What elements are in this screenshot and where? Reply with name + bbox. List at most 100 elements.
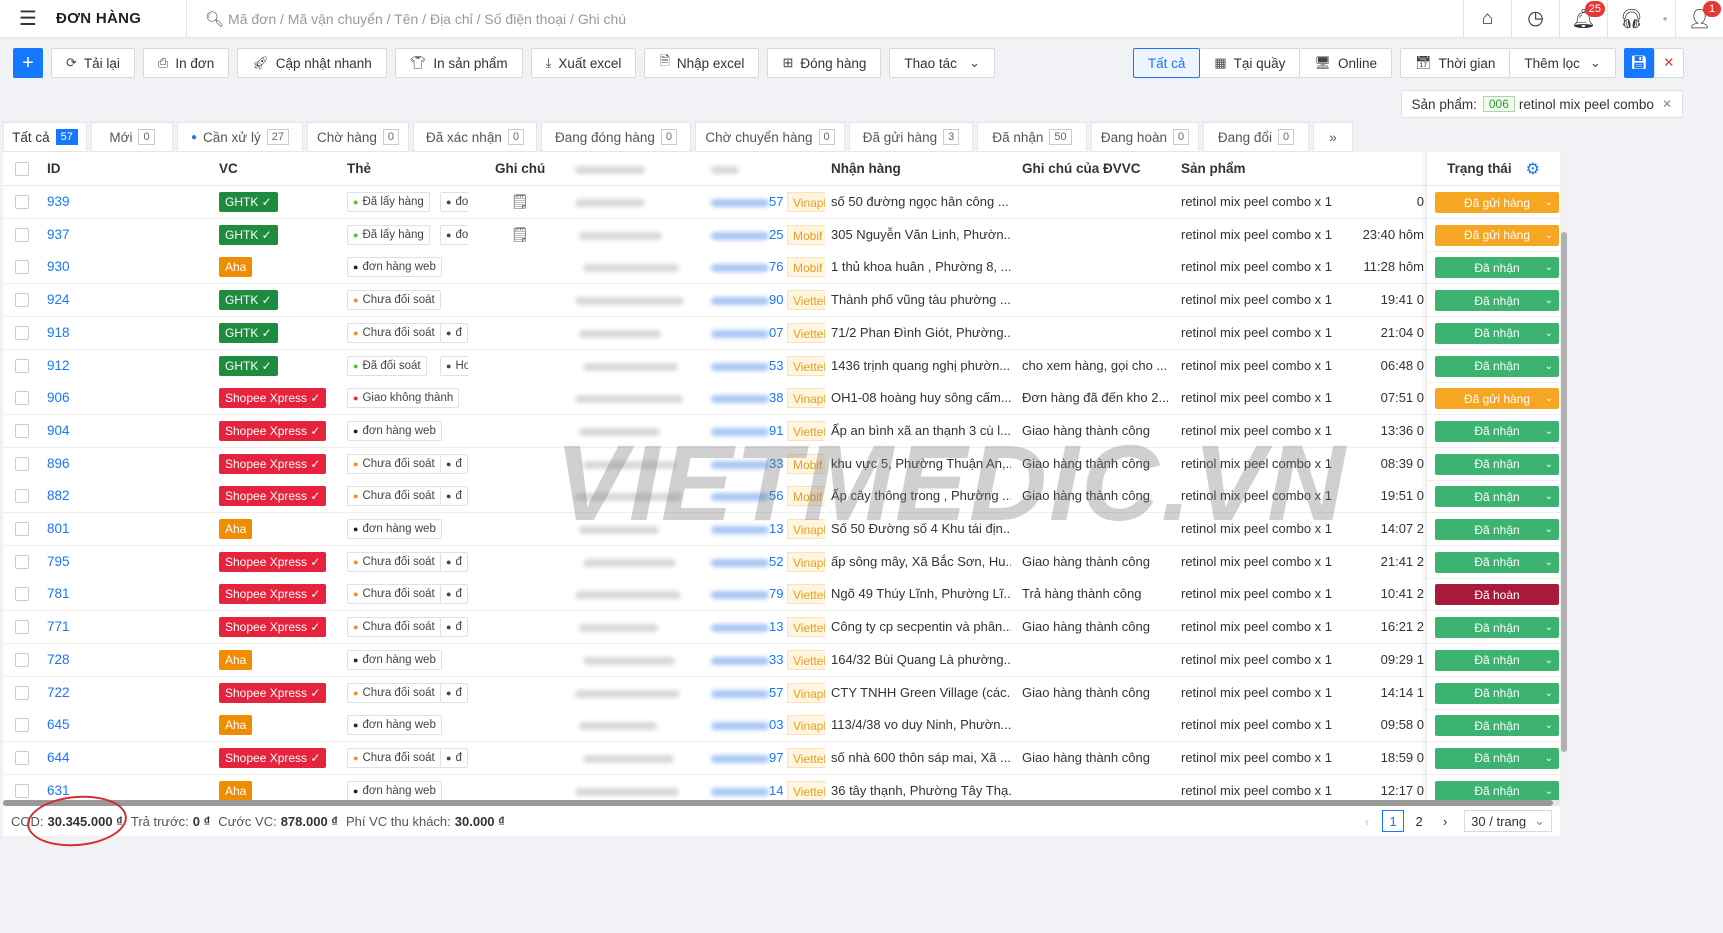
row-checkbox[interactable] bbox=[15, 652, 29, 670]
tab-shipped[interactable]: Đã gửi hàng 3 bbox=[849, 122, 973, 152]
status-dropdown[interactable]: Đã hoàn bbox=[1435, 584, 1559, 606]
page-size-select[interactable]: 30 / trang ⌄ bbox=[1464, 810, 1552, 832]
vertical-scrollbar[interactable] bbox=[1560, 152, 1568, 800]
table-row[interactable]: 781 Shopee Xpress ✓ ● Chưa đối soát ● đ 79 Viet… bbox=[3, 578, 1560, 612]
row-checkbox[interactable] bbox=[15, 293, 29, 310]
actions-dropdown[interactable]: Thao tác ⌄ bbox=[889, 48, 995, 78]
column-carrier-note[interactable]: Ghi chú của ĐVVC bbox=[1022, 152, 1141, 186]
status-dropdown[interactable]: Đã nhận ⌄ bbox=[1435, 551, 1559, 573]
filter-counter-button[interactable]: ▦ Tại quầy bbox=[1200, 48, 1301, 78]
status-dropdown[interactable]: Đã nhận ⌄ bbox=[1435, 486, 1559, 508]
table-row[interactable]: 924 GHTK ✓ ● Chưa đối soát 90 Viettel Thành ph… bbox=[3, 284, 1560, 318]
status-dropdown[interactable]: Đã nhận ⌄ bbox=[1435, 715, 1559, 737]
menu-icon[interactable]: ☰ bbox=[0, 0, 56, 38]
row-checkbox[interactable] bbox=[15, 587, 29, 604]
row-checkbox[interactable] bbox=[15, 227, 29, 245]
column-product[interactable]: Sản phẩm bbox=[1181, 152, 1246, 186]
order-id-link[interactable]: 644 bbox=[47, 750, 70, 765]
tabs-more-button[interactable]: » bbox=[1313, 122, 1353, 152]
table-row[interactable]: 722 Shopee Xpress ✓ ● Chưa đối soát ● đ 57 Vina… bbox=[3, 676, 1560, 710]
row-checkbox[interactable] bbox=[15, 391, 29, 408]
home-icon[interactable]: ⌂ bbox=[1463, 0, 1511, 38]
save-filter-button[interactable]: 💾︎ bbox=[1623, 48, 1654, 78]
status-dropdown[interactable]: Đã nhận ⌄ bbox=[1435, 420, 1559, 442]
next-page-icon[interactable]: › bbox=[1434, 810, 1456, 832]
table-row[interactable]: 795 Shopee Xpress ✓ ● Chưa đối soát ● đ 52 Vina… bbox=[3, 545, 1560, 579]
select-all-checkbox[interactable] bbox=[15, 162, 29, 176]
import-excel-button[interactable]: 🗎 Nhập excel bbox=[644, 48, 760, 78]
table-row[interactable]: 904 Shopee Xpress ✓ ● đơn hàng web 91 Viettel… bbox=[3, 414, 1560, 448]
order-id-link[interactable]: 722 bbox=[47, 685, 70, 700]
status-dropdown[interactable]: Đã nhận ⌄ bbox=[1435, 682, 1559, 704]
table-row[interactable]: 645 Aha ● đơn hàng web 03 Vinapl 113/4/38 vo d… bbox=[3, 709, 1560, 743]
clear-filter-button[interactable]: ✕ bbox=[1653, 48, 1684, 78]
print-product-button[interactable]: 👕︎ In sản phẩm bbox=[394, 48, 523, 78]
status-dropdown[interactable]: Đã nhận ⌄ bbox=[1435, 290, 1559, 312]
order-id-link[interactable]: 882 bbox=[47, 488, 70, 503]
row-checkbox[interactable] bbox=[15, 423, 29, 441]
user-icon[interactable]: 👤︎ 1 bbox=[1675, 0, 1723, 38]
status-dropdown[interactable]: Đã nhận ⌄ bbox=[1435, 453, 1559, 475]
status-dropdown[interactable]: Đã nhận ⌄ bbox=[1435, 747, 1559, 769]
order-id-link[interactable]: 906 bbox=[47, 390, 70, 405]
status-dropdown[interactable]: Đã nhận ⌄ bbox=[1435, 649, 1559, 671]
print-order-button[interactable]: ⎙ In đơn bbox=[142, 48, 230, 78]
status-dropdown[interactable]: Đã gửi hàng ⌄ bbox=[1435, 224, 1559, 246]
more-filters-button[interactable]: Thêm lọc ⌄ bbox=[1510, 48, 1616, 78]
column-vc[interactable]: VC bbox=[219, 152, 238, 186]
tab-returning[interactable]: Đang hoàn 0 bbox=[1091, 122, 1199, 152]
order-id-link[interactable]: 771 bbox=[47, 619, 70, 634]
gear-icon[interactable]: ⚙ bbox=[1526, 159, 1540, 179]
status-dropdown[interactable]: Đã nhận ⌄ bbox=[1435, 257, 1559, 279]
column-tag[interactable]: Thẻ bbox=[347, 152, 371, 186]
order-id-link[interactable]: 939 bbox=[47, 194, 70, 209]
table-row[interactable]: 631 Aha ● đơn hàng web 14 Viettel 36 tây thạnh… bbox=[3, 774, 1560, 800]
status-dropdown[interactable]: Đã gửi hàng ⌄ bbox=[1435, 192, 1559, 213]
clock-icon[interactable]: ◷ bbox=[1511, 0, 1559, 38]
page-2[interactable]: 2 bbox=[1408, 810, 1430, 832]
order-id-link[interactable]: 781 bbox=[47, 586, 70, 601]
status-dropdown[interactable]: Đã nhận ⌄ bbox=[1435, 780, 1559, 800]
page-1[interactable]: 1 bbox=[1382, 810, 1405, 832]
tab-new[interactable]: Mới 0 bbox=[91, 122, 173, 152]
row-checkbox[interactable] bbox=[15, 554, 29, 572]
order-id-link[interactable]: 918 bbox=[47, 325, 70, 340]
table-row[interactable]: 918 GHTK ✓ ● Chưa đối soát ● đ 07 Viettel 71/2 P… bbox=[3, 316, 1560, 350]
table-row[interactable]: 912GHTK ✓●Đã đối soát●Hoa53Viettel1436 t… bbox=[3, 349, 1560, 383]
table-row[interactable]: 939 GHTK ✓ ● Đã lấy hàng ● đơ 🗒︎ 57 Vinapl số 50 … bbox=[3, 186, 1560, 219]
tab-received[interactable]: Đã nhận 50 bbox=[977, 122, 1087, 152]
tab-waiting-goods[interactable]: Chờ hàng 0 bbox=[307, 122, 409, 152]
order-id-link[interactable]: 924 bbox=[47, 292, 70, 307]
status-dropdown[interactable]: Đã nhận ⌄ bbox=[1435, 355, 1559, 377]
order-id-link[interactable]: 930 bbox=[47, 259, 70, 274]
status-dropdown[interactable]: Đã nhận ⌄ bbox=[1435, 519, 1559, 540]
tab-waiting-transfer[interactable]: Chờ chuyển hàng 0 bbox=[695, 122, 845, 152]
order-id-link[interactable]: 795 bbox=[47, 554, 70, 569]
note-icon[interactable]: 🗒︎ bbox=[511, 226, 529, 243]
add-order-button[interactable]: + bbox=[13, 48, 43, 78]
order-id-link[interactable]: 937 bbox=[47, 227, 70, 242]
table-row[interactable]: 896 Shopee Xpress ✓ ● Chưa đối soát ● đ 33 Mobi… bbox=[3, 447, 1560, 481]
close-icon[interactable]: ✕ bbox=[1662, 97, 1672, 111]
order-id-link[interactable]: 912 bbox=[47, 358, 70, 373]
table-row[interactable]: 771 Shopee Xpress ✓ ● Chưa đối soát ● đ 13 Viet… bbox=[3, 611, 1560, 645]
headset-icon[interactable]: 🎧︎ bbox=[1607, 0, 1655, 38]
table-row[interactable]: 930 Aha ● đơn hàng web 76 Mobif 1 thủ khoa huâ… bbox=[3, 251, 1560, 285]
column-receiver[interactable]: Nhận hàng bbox=[831, 152, 901, 186]
order-id-link[interactable]: 728 bbox=[47, 652, 70, 667]
row-checkbox[interactable] bbox=[15, 489, 29, 506]
order-id-link[interactable]: 801 bbox=[47, 521, 70, 536]
row-checkbox[interactable] bbox=[15, 783, 29, 800]
export-excel-button[interactable]: ⤓ Xuất excel bbox=[530, 48, 637, 78]
row-checkbox[interactable] bbox=[15, 685, 29, 703]
table-row[interactable]: 728 Aha ● đơn hàng web 33 Viettel 164/32 Bùi Q… bbox=[3, 643, 1560, 677]
status-dropdown[interactable]: Đã nhận ⌄ bbox=[1435, 617, 1559, 639]
tab-packing[interactable]: Đang đóng hàng 0 bbox=[541, 122, 691, 152]
filter-online-button[interactable]: 🖥︎ Online bbox=[1300, 48, 1392, 78]
row-checkbox[interactable] bbox=[15, 522, 29, 539]
prev-page-icon[interactable]: ‹ bbox=[1356, 810, 1378, 832]
search-input[interactable] bbox=[228, 10, 929, 27]
note-icon[interactable]: 🗒︎ bbox=[511, 193, 529, 210]
row-checkbox[interactable] bbox=[15, 195, 29, 212]
status-dropdown[interactable]: Đã nhận ⌄ bbox=[1435, 322, 1559, 344]
